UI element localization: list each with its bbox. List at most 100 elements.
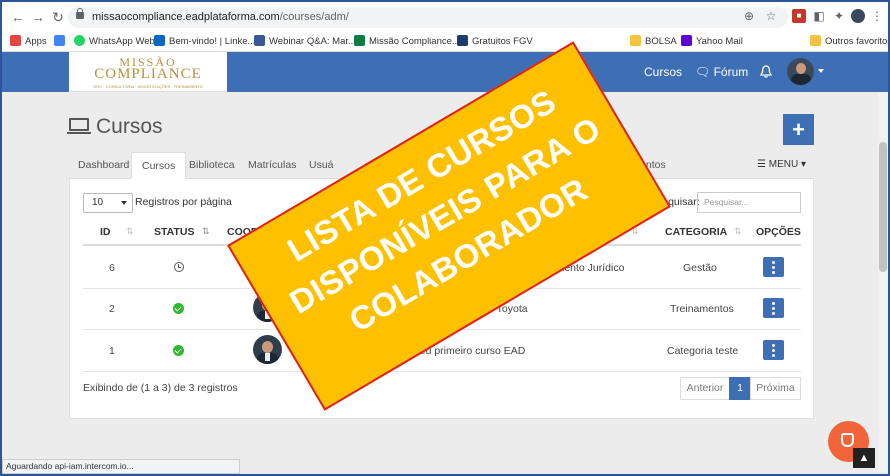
bookmark-google[interactable] [54,35,69,49]
check-circle-icon [173,303,184,314]
tab-enrollments[interactable]: Matrículas [248,152,296,179]
folder-icon [810,35,821,46]
google-icon [54,35,65,46]
row-options-button[interactable] [763,298,784,318]
pocket-icon[interactable]: ◧ [812,9,826,23]
address-bar[interactable]: missaocompliance.eadplataforma.com/cours… [68,7,788,28]
pagination-page-1[interactable]: 1 [729,377,751,400]
cell-id: 1 [109,345,115,357]
row-options-button[interactable] [763,340,784,360]
logo-main-text: COMPLIANCE [94,66,202,82]
sort-asc-icon[interactable]: ⇅ [202,226,210,237]
bookmark-other[interactable]: Outros favoritos [810,35,890,49]
browser-toolbar: ← → ↻ missaocompliance.eadplataforma.com… [2,2,888,32]
sort-icon[interactable]: ⇅ [734,226,742,237]
search-input[interactable]: Pesquisar... [697,192,801,213]
back-icon[interactable]: ← [10,9,26,25]
nav-forum-link[interactable]: 🗨 Fórum [695,65,748,79]
bookmark-label: Webinar Q&A: Mar... [269,36,356,47]
pagination-next[interactable]: Próxima [750,377,801,400]
clock-icon [174,262,184,272]
scrollbar-thumb[interactable] [879,142,887,272]
add-course-button[interactable]: + [783,114,814,145]
per-page-label: Registros por página [135,196,232,208]
bookmark-fgv[interactable]: Gratuitos FGV [457,35,533,49]
sort-icon[interactable]: ⇅ [126,226,134,237]
webinar-icon [254,35,265,46]
chevron-down-icon: ▾ [800,159,807,170]
bookmark-whatsapp[interactable]: WhatsApp Web [74,35,155,49]
site-header: MISSÃO COMPLIANCE GRC · CONSULTORIA · IN… [2,52,888,92]
whatsapp-icon [74,35,85,46]
user-avatar[interactable] [787,58,814,85]
bookmark-label: Apps [25,36,47,47]
chat-bubble-icon: 🗨 [695,65,711,79]
reload-icon[interactable]: ↻ [50,9,66,25]
kebab-icon[interactable]: ⋮ [870,9,884,23]
bookmark-label: Outros favoritos [825,36,890,47]
bookmark-missao[interactable]: Missão Compliance... [354,35,460,49]
cell-category: Gestão [683,262,717,274]
cell-id: 2 [109,303,115,315]
tab-users[interactable]: Usuá [309,152,334,179]
bookmark-yahoo[interactable]: Yahoo Mail [681,35,743,49]
check-circle-icon [173,345,184,356]
bookmark-webinar[interactable]: Webinar Q&A: Mar... [254,35,356,49]
column-header-category[interactable]: CATEGORIA [665,226,727,238]
logo[interactable]: MISSÃO COMPLIANCE GRC · CONSULTORIA · IN… [69,52,227,92]
bookmarks-bar: Apps WhatsApp Web Bem-vindo! | Linke... … [2,32,888,52]
screenshot-frame: ← → ↻ missaocompliance.eadplataforma.com… [0,0,890,476]
cell-category: Treinamentos [670,303,734,315]
star-icon[interactable]: ☆ [764,9,778,23]
row-options-button[interactable] [763,257,784,277]
bookmark-apps[interactable]: Apps [10,35,47,49]
hamburger-icon: ☰ [757,159,766,170]
linkedin-icon [154,35,165,46]
avatar [253,335,282,364]
zoom-icon[interactable]: ⊕ [742,9,756,23]
page-scrollbar[interactable] [878,92,888,472]
menu-label: MENU [768,159,799,170]
forum-link-label: Fórum [713,65,749,79]
bookmark-label: BOLSA [645,36,677,47]
bell-icon[interactable] [760,65,772,78]
yahoo-mail-icon [681,35,692,46]
page-title: Cursos [96,115,163,138]
url-path: /courses/adm/ [279,11,349,23]
extension-icon[interactable]: ■ [792,9,806,23]
menu-dropdown[interactable]: ☰ MENU ▾ [757,152,806,179]
lock-icon [76,8,84,19]
tab-courses[interactable]: Cursos [131,152,187,179]
profile-avatar[interactable] [851,9,865,23]
bookmark-label: Yahoo Mail [696,36,743,47]
bookmark-bolsa[interactable]: BOLSA [630,35,677,49]
bookmark-label: Bem-vindo! | Linke... [169,36,256,47]
records-summary: Exibindo de (1 a 3) de 3 registros [83,382,238,394]
scroll-top-button[interactable]: ▲ [853,448,875,468]
row-divider [83,371,801,372]
url-host: missaocompliance.eadplataforma.com [92,11,280,23]
apps-grid-icon [10,35,21,46]
column-header-status[interactable]: STATUS [154,226,194,238]
bookmark-label: Missão Compliance... [369,36,460,47]
per-page-select[interactable]: 10 [83,193,133,213]
bookmark-label: WhatsApp Web [89,36,155,47]
bookmark-linkedin[interactable]: Bem-vindo! | Linke... [154,35,255,49]
column-header-options: OPÇÕES [756,226,801,238]
bookmark-label: Gratuitos FGV [472,36,533,47]
forward-icon[interactable]: → [30,9,46,25]
folder-icon [630,35,641,46]
browser-status-bar: Aguardando api-iam.intercom.io... [2,459,240,474]
url-text: missaocompliance.eadplataforma.com/cours… [92,11,349,23]
cell-category: Categoria teste [667,345,739,357]
tab-dashboard[interactable]: Dashboard [78,152,129,179]
user-menu-caret-icon[interactable] [818,69,824,73]
pagination-previous[interactable]: Anterior [680,377,730,400]
sharepoint-icon [354,35,365,46]
tab-library[interactable]: Biblioteca [189,152,235,179]
column-header-id[interactable]: ID [100,226,111,238]
cell-id: 6 [109,262,115,274]
nav-courses-link[interactable]: Cursos [644,65,682,79]
puzzle-icon[interactable]: ✦ [832,9,846,23]
logo-sub-text: GRC · CONSULTORIA · INVESTIGAÇÕES · TREI… [93,84,203,89]
